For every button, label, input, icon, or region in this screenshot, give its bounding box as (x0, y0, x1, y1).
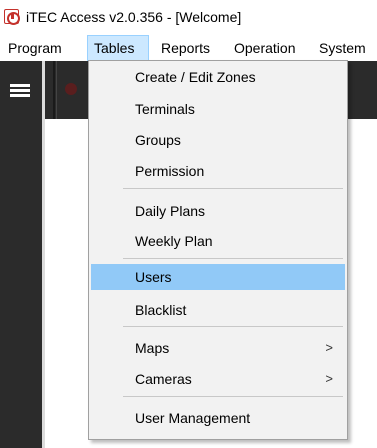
toolbar-separator (53, 61, 55, 119)
hamburger-menu-icon[interactable] (10, 84, 30, 98)
menu-item-permission[interactable]: Permission (91, 158, 345, 184)
submenu-arrow-icon: > (325, 340, 333, 355)
menu-separator (123, 326, 343, 327)
menu-operation[interactable]: Operation (231, 35, 298, 61)
menu-item-user-management[interactable]: User Management (91, 405, 345, 431)
menu-tables[interactable]: Tables (87, 35, 149, 61)
menu-system[interactable]: System (316, 35, 369, 61)
menu-item-groups[interactable]: Groups (91, 127, 345, 153)
tables-dropdown-menu: Create / Edit Zones Terminals Groups Per… (88, 60, 348, 440)
menu-item-cameras[interactable]: Cameras > (91, 366, 345, 392)
window-title: iTEC Access v2.0.356 - [Welcome] (26, 9, 242, 25)
app-logo-icon (4, 9, 20, 25)
menu-program[interactable]: Program (4, 35, 66, 61)
menu-item-blacklist[interactable]: Blacklist (91, 297, 345, 323)
menu-item-maps-label: Maps (135, 340, 170, 356)
menu-item-create-edit-zones[interactable]: Create / Edit Zones (91, 64, 345, 90)
submenu-arrow-icon: > (325, 371, 333, 386)
side-navigation-strip (0, 61, 45, 448)
menu-reports[interactable]: Reports (158, 35, 213, 61)
menu-separator (123, 188, 343, 189)
menu-item-cameras-label: Cameras (135, 371, 192, 387)
title-bar: iTEC Access v2.0.356 - [Welcome] (0, 0, 377, 35)
menu-item-users[interactable]: Users (91, 264, 345, 290)
menu-item-maps[interactable]: Maps > (91, 335, 345, 361)
record-icon[interactable] (65, 83, 77, 95)
menu-item-terminals[interactable]: Terminals (91, 96, 345, 122)
menu-separator (123, 258, 343, 259)
menu-bar: Program Tables Reports Operation System (0, 35, 377, 61)
toolbar-separator-highlight (56, 61, 57, 119)
menu-item-daily-plans[interactable]: Daily Plans (91, 198, 345, 224)
menu-separator (123, 396, 343, 397)
menu-item-weekly-plan[interactable]: Weekly Plan (91, 228, 345, 254)
